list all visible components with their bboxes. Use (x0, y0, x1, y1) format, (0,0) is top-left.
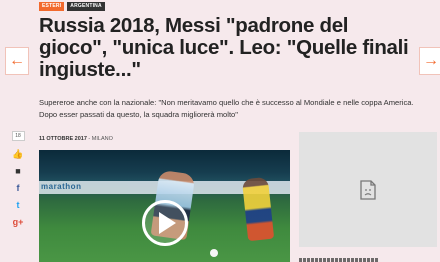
stadium-board-text: marathon (41, 182, 82, 191)
social-share-bar: 18 👍 ■ f t g+ (10, 131, 26, 232)
play-button[interactable] (142, 200, 188, 246)
play-icon (159, 212, 176, 234)
article-tags: ESTERI ARGENTINA (39, 2, 105, 11)
google-plus-icon[interactable]: g+ (11, 215, 25, 229)
twitter-icon[interactable]: t (11, 198, 25, 212)
share-count: 18 (11, 131, 25, 141)
video-player[interactable]: marathon (39, 150, 290, 262)
article-headline: Russia 2018, Messi "padrone del gioco", … (39, 14, 409, 81)
ad-placeholder (299, 132, 437, 247)
article-subtitle: Supereroe anche con la nazionale: "Non m… (39, 98, 414, 119)
prev-article-arrow[interactable]: ← (5, 47, 29, 75)
section-tag[interactable]: ESTERI (39, 2, 65, 11)
article-date: 11 OTTOBRE 2017 (39, 136, 87, 142)
next-article-arrow[interactable]: → (419, 47, 440, 75)
article-dateline: 11 OTTOBRE 2017 - MILANO (39, 136, 113, 142)
ad-caption (299, 258, 379, 262)
comment-icon[interactable]: ■ (11, 164, 25, 178)
facebook-icon[interactable]: f (11, 181, 25, 195)
topic-tag[interactable]: ARGENTINA (67, 2, 105, 11)
thumbs-up-icon[interactable]: 👍 (11, 147, 25, 161)
broken-image-icon (360, 179, 376, 200)
article-location: - MILANO (86, 136, 113, 142)
ball (210, 249, 218, 257)
